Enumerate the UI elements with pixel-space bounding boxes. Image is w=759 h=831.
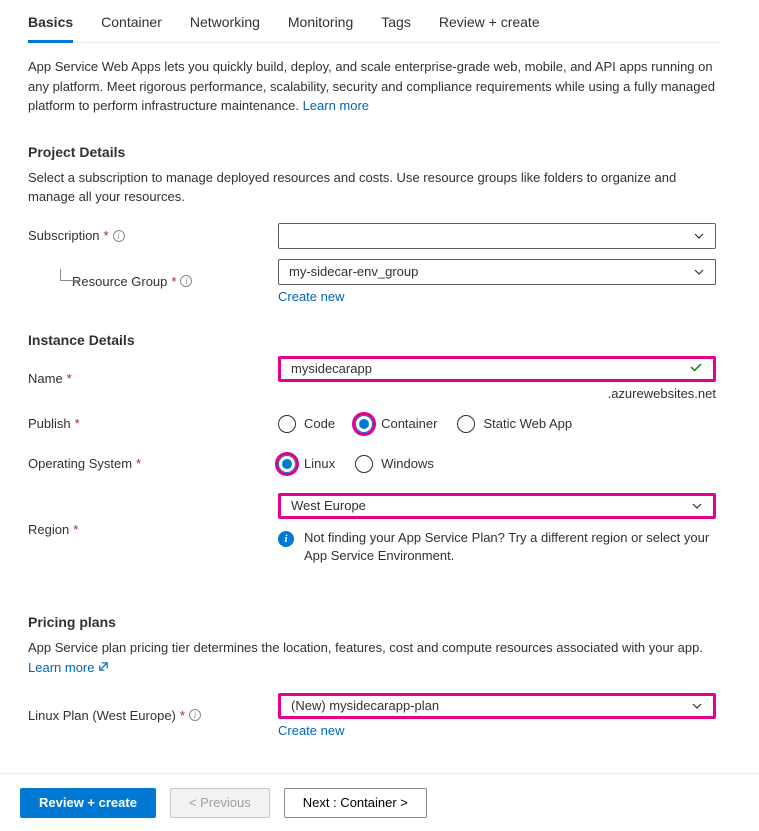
chevron-down-icon — [693, 266, 705, 278]
info-icon: i — [278, 531, 294, 547]
resource-group-select[interactable]: my-sidecar-env_group — [278, 259, 716, 285]
info-icon[interactable]: i — [189, 709, 201, 721]
linux-plan-select[interactable]: (New) mysidecarapp-plan — [278, 693, 716, 719]
resource-group-create-new-link[interactable]: Create new — [278, 289, 344, 304]
wizard-footer: Review + create < Previous Next : Contai… — [0, 773, 759, 831]
intro-text: App Service Web Apps lets you quickly bu… — [28, 57, 720, 116]
tab-review-create[interactable]: Review + create — [439, 6, 540, 42]
os-radio-linux[interactable]: Linux — [278, 455, 335, 473]
pricing-plans-title: Pricing plans — [28, 614, 720, 630]
linux-plan-label: Linux Plan (West Europe) * i — [28, 708, 278, 723]
tab-monitoring[interactable]: Monitoring — [288, 6, 353, 42]
publish-radio-static-web-app[interactable]: Static Web App — [457, 415, 572, 433]
previous-button: < Previous — [170, 788, 270, 818]
publish-radio-container[interactable]: Container — [355, 415, 437, 433]
intro-learn-more-link[interactable]: Learn more — [303, 98, 369, 113]
chevron-down-icon — [691, 700, 703, 712]
check-icon — [689, 360, 703, 377]
review-create-button[interactable]: Review + create — [20, 788, 156, 818]
wizard-tabs: Basics Container Networking Monitoring T… — [28, 0, 720, 43]
chevron-down-icon — [693, 230, 705, 242]
project-details-title: Project Details — [28, 144, 720, 160]
resource-group-label: Resource Group * i — [28, 274, 278, 289]
name-label: Name * — [28, 371, 278, 386]
tab-networking[interactable]: Networking — [190, 6, 260, 42]
publish-radio-code[interactable]: Code — [278, 415, 335, 433]
next-button[interactable]: Next : Container > — [284, 788, 427, 818]
os-radio-windows[interactable]: Windows — [355, 455, 434, 473]
external-link-icon — [98, 660, 109, 675]
region-label: Region * — [28, 522, 278, 537]
tab-tags[interactable]: Tags — [381, 6, 411, 42]
pricing-plans-desc: App Service plan pricing tier determines… — [28, 638, 720, 658]
os-label: Operating System * — [28, 456, 278, 471]
tab-container[interactable]: Container — [101, 6, 162, 42]
project-details-desc: Select a subscription to manage deployed… — [28, 168, 720, 207]
region-select[interactable]: West Europe — [278, 493, 716, 519]
tab-basics[interactable]: Basics — [28, 6, 73, 43]
domain-suffix: .azurewebsites.net — [278, 386, 716, 401]
chevron-down-icon — [691, 500, 703, 512]
instance-details-title: Instance Details — [28, 332, 720, 348]
info-icon[interactable]: i — [113, 230, 125, 242]
pricing-learn-more-link[interactable]: Learn more — [28, 660, 109, 675]
subscription-label: Subscription * i — [28, 228, 278, 243]
publish-label: Publish * — [28, 416, 278, 431]
info-icon[interactable]: i — [180, 275, 192, 287]
subscription-select[interactable] — [278, 223, 716, 249]
name-input[interactable]: mysidecarapp — [278, 356, 716, 382]
region-hint-text: Not finding your App Service Plan? Try a… — [304, 529, 716, 567]
linux-plan-create-new-link[interactable]: Create new — [278, 723, 344, 738]
